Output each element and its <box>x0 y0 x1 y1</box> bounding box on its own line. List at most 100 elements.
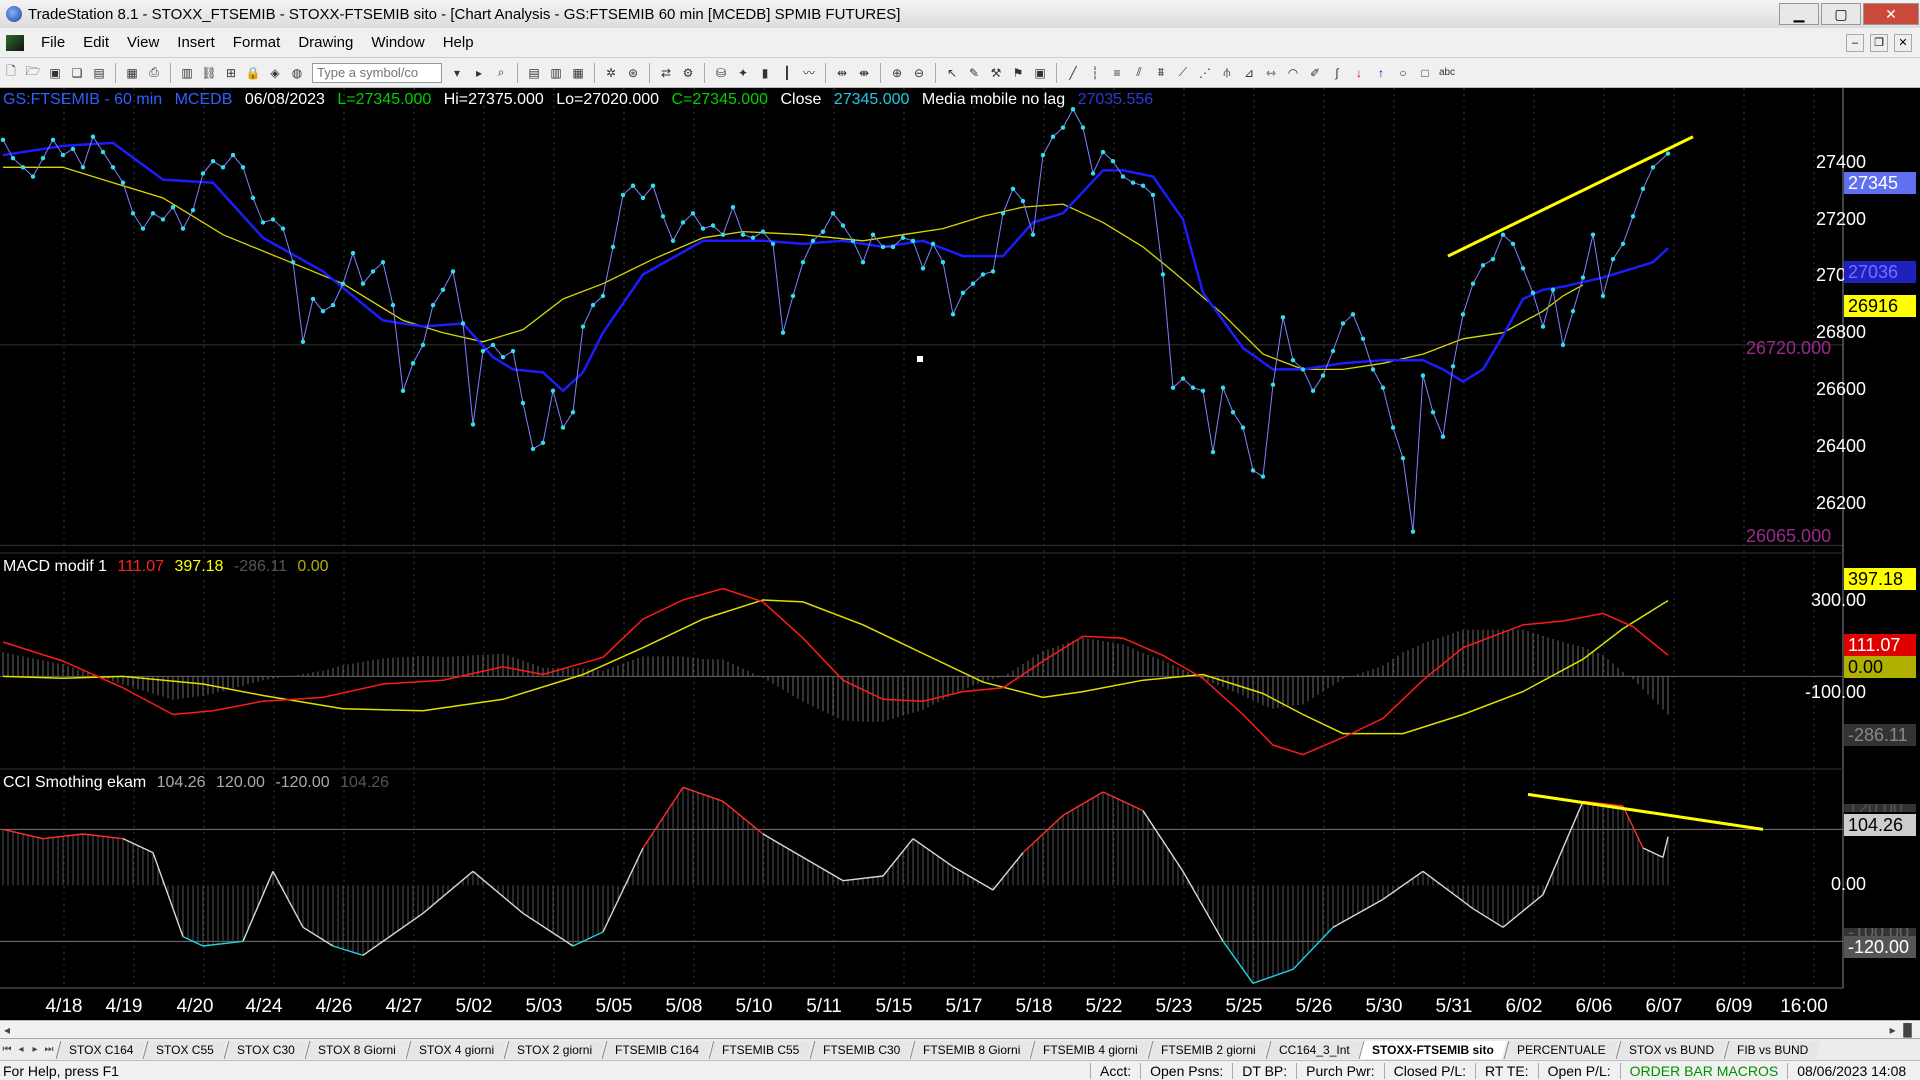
menu-window[interactable]: Window <box>362 34 433 51</box>
folder-icon[interactable]: ▤ <box>90 64 108 82</box>
menu-view[interactable]: View <box>118 34 168 51</box>
status-macros[interactable]: ORDER BAR MACROS <box>1619 1062 1788 1079</box>
tab-stox-c55[interactable]: STOX C55 <box>143 1040 227 1059</box>
bar-spacing-icon[interactable]: ⇹ <box>833 64 851 82</box>
menu-file[interactable]: File <box>32 34 74 51</box>
speed-lines-icon[interactable]: ⟋ <box>1174 64 1192 82</box>
open-icon[interactable]: 🗁 <box>24 64 42 82</box>
tab-stox-2-giorni[interactable]: STOX 2 giorni <box>503 1040 605 1059</box>
menu-insert[interactable]: Insert <box>168 34 224 51</box>
maximize-icon[interactable]: ▢ <box>1821 3 1861 25</box>
tab-next-icon[interactable]: ▸ <box>28 1044 42 1055</box>
shapes-icon[interactable]: ◈ <box>266 64 284 82</box>
chart-area[interactable]: GS:FTSEMIB - 60 min MCEDB 06/08/2023 L=2… <box>0 88 1920 1020</box>
arrow-up-icon[interactable]: ↑ <box>1372 64 1390 82</box>
line-chart-icon[interactable]: 〰 <box>800 64 818 82</box>
format-icon[interactable]: ✎ <box>965 64 983 82</box>
menu-help[interactable]: Help <box>434 34 483 51</box>
tab-stox-4-giorni[interactable]: STOX 4 giorni <box>405 1040 507 1059</box>
minimize-icon[interactable]: ▁ <box>1779 3 1819 25</box>
ellipse-tool-icon[interactable]: ○ <box>1394 64 1412 82</box>
alert-icon[interactable]: ⚑ <box>1009 64 1027 82</box>
tab-ftsemib-4-giorni[interactable]: FTSEMIB 4 giorni <box>1029 1040 1151 1059</box>
chart-icon-1[interactable]: ▤ <box>525 64 543 82</box>
tab-fib-vs-bund[interactable]: FIB vs BUND <box>1723 1040 1821 1059</box>
horizontal-scrollbar[interactable]: ◂ ▸ ▐▌ <box>0 1020 1920 1038</box>
save-all-icon[interactable]: ▣ <box>46 64 64 82</box>
tab-ftsemib-c55[interactable]: FTSEMIB C55 <box>708 1040 813 1059</box>
menu-edit[interactable]: Edit <box>74 34 118 51</box>
zoom-in-icon[interactable]: ⊕ <box>888 64 906 82</box>
close-dot <box>1370 367 1376 372</box>
close-icon[interactable]: ✕ <box>1863 3 1919 25</box>
orders-icon[interactable]: ⇄ <box>657 64 675 82</box>
chart-icon-3[interactable]: ▦ <box>569 64 587 82</box>
zoom-out-icon[interactable]: ⊖ <box>910 64 928 82</box>
tab-ftsemib-8-giorni[interactable]: FTSEMIB 8 Giorni <box>909 1040 1033 1059</box>
tab-percentuale[interactable]: PERCENTUALE <box>1503 1040 1619 1059</box>
scan-icon[interactable]: ⊛ <box>624 64 642 82</box>
horizontal-line-tool-icon[interactable]: ≡ <box>1108 64 1126 82</box>
freehand-icon[interactable]: ∫ <box>1328 64 1346 82</box>
indicator-icon[interactable]: ⛁ <box>712 64 730 82</box>
print-icon[interactable]: ⎙ <box>145 64 163 82</box>
child-restore-icon[interactable]: ❐ <box>1870 33 1888 52</box>
globe-icon[interactable]: ◍ <box>288 64 306 82</box>
child-close-icon[interactable]: ✕ <box>1894 33 1912 52</box>
play-arrow-icon[interactable]: ▸ <box>470 64 488 82</box>
pen-tool-icon[interactable]: ✐ <box>1306 64 1324 82</box>
tab-first-icon[interactable]: ⏮ <box>0 1044 14 1055</box>
menu-drawing[interactable]: Drawing <box>289 34 362 51</box>
tab-prev-icon[interactable]: ◂ <box>14 1044 28 1055</box>
properties-icon[interactable]: ▣ <box>1031 64 1049 82</box>
tab-stox-8-giorni[interactable]: STOX 8 Giorni <box>304 1040 409 1059</box>
child-minimize-icon[interactable]: – <box>1846 33 1864 52</box>
strategy-icon[interactable]: ⚙ <box>679 64 697 82</box>
tab-stox-vs-bund[interactable]: STOX vs BUND <box>1615 1040 1727 1059</box>
andrews-pitchfork-icon[interactable]: ⫛ <box>1218 64 1236 82</box>
tab-stoxx-ftsemib-sito[interactable]: STOXX-FTSEMIB sito <box>1359 1040 1507 1059</box>
new-icon[interactable]: 🗋 <box>2 64 20 82</box>
bar-chart-icon[interactable]: ▮ <box>756 64 774 82</box>
symbol-input[interactable] <box>312 62 442 83</box>
tab-ftsemib-2-giorni[interactable]: FTSEMIB 2 giorni <box>1147 1040 1269 1059</box>
dropdown-arrow-icon[interactable]: ▾ <box>448 64 466 82</box>
tab-cc164-3-int[interactable]: CC164_3_Int <box>1265 1040 1362 1059</box>
tab-stox-c30[interactable]: STOX C30 <box>223 1040 308 1059</box>
close-dot <box>830 211 836 216</box>
vertical-line-tool-icon[interactable]: ┆ <box>1086 64 1104 82</box>
text-tool-icon[interactable]: abc <box>1438 64 1456 82</box>
network-icon[interactable]: ⊞ <box>222 64 240 82</box>
trendline-tool-icon[interactable]: ╱ <box>1064 64 1082 82</box>
gann-fan-icon[interactable]: ⋰ <box>1196 64 1214 82</box>
channel-tool-icon[interactable]: ⫽ <box>1130 64 1148 82</box>
chart-canvas[interactable] <box>0 88 1920 1020</box>
save-icon[interactable]: ▦ <box>123 64 141 82</box>
bar-compress-icon[interactable]: ⇼ <box>855 64 873 82</box>
analysis-icon[interactable]: ✦ <box>734 64 752 82</box>
candlestick-icon[interactable]: ┃ <box>778 64 796 82</box>
radar-icon[interactable]: ✲ <box>602 64 620 82</box>
menu-format[interactable]: Format <box>224 34 290 51</box>
quote-lookup-icon[interactable]: ⌕ <box>492 64 510 82</box>
scroll-right-icon[interactable]: ▸ ▐▌ <box>1890 1023 1916 1037</box>
tools-icon[interactable]: ⚒ <box>987 64 1005 82</box>
link-icon[interactable]: ⛓ <box>200 64 218 82</box>
copy-icon[interactable]: ❏ <box>68 64 86 82</box>
tab-last-icon[interactable]: ⏭ <box>42 1044 56 1055</box>
regression-channel-icon[interactable]: ⊿ <box>1240 64 1258 82</box>
fib-arcs-icon[interactable]: ◠ <box>1284 64 1302 82</box>
arrow-down-icon[interactable]: ↓ <box>1350 64 1368 82</box>
ray-tool-icon[interactable]: ⇿ <box>1262 64 1280 82</box>
rectangle-tool-icon[interactable]: □ <box>1416 64 1434 82</box>
chart-window-icon[interactable] <box>6 34 24 51</box>
lock-icon[interactable]: 🔒 <box>244 64 262 82</box>
fib-tool-icon[interactable]: ⩩ <box>1152 64 1170 82</box>
scroll-left-icon[interactable]: ◂ <box>4 1023 10 1037</box>
tab-ftsemib-c30[interactable]: FTSEMIB C30 <box>809 1040 913 1059</box>
chart-icon-2[interactable]: ▥ <box>547 64 565 82</box>
window-list-icon[interactable]: ▥ <box>178 64 196 82</box>
tab-stox-c164[interactable]: STOX C164 <box>55 1040 146 1059</box>
pointer-icon[interactable]: ↖ <box>943 64 961 82</box>
tab-ftsemib-c164[interactable]: FTSEMIB C164 <box>601 1040 712 1059</box>
